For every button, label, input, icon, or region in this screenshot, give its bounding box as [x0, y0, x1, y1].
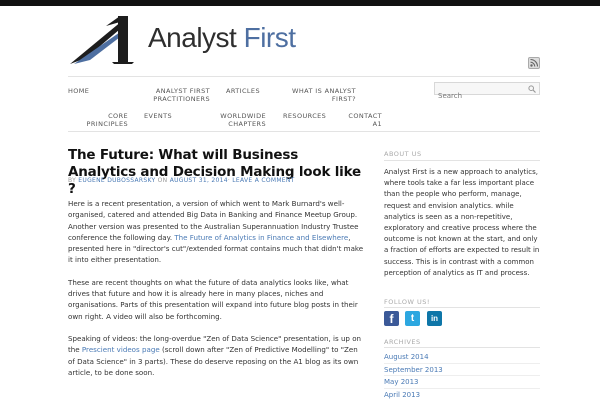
twitter-icon[interactable]: t — [405, 311, 420, 326]
nav-what-is-line1: WHAT IS ANALYST — [292, 87, 356, 95]
future-of-analytics-link[interactable]: The Future of Analytics in Finance and E… — [174, 233, 348, 242]
search-box — [434, 82, 540, 102]
search-icon[interactable] — [528, 85, 536, 93]
author-link[interactable]: EUGENE DUBOSSARSKY — [78, 177, 155, 184]
archives-list: August 2014 September 2013 May 2013 Apri… — [384, 351, 540, 400]
meta-separator: · — [227, 177, 231, 184]
archives-divider — [384, 347, 540, 348]
nav-core-principles[interactable]: CORE PRINCIPLES — [76, 112, 128, 128]
post-paragraph-2: These are recent thoughts on what the fu… — [68, 277, 358, 321]
nav-worldwide-line1: WORLDWIDE — [220, 112, 266, 120]
about-text: Analyst First is a new approach to analy… — [384, 168, 540, 277]
nav-contact[interactable]: CONTACT A1 — [340, 112, 382, 128]
nav-contact-line2: A1 — [372, 120, 382, 128]
post-paragraph-3: Speaking of videos: the long-overdue "Ze… — [68, 333, 364, 378]
search-input[interactable] — [435, 90, 525, 102]
rss-icon[interactable] — [528, 57, 540, 69]
about-divider — [384, 160, 540, 161]
leave-comment-link[interactable]: LEAVE A COMMENT — [232, 177, 294, 184]
site-logo[interactable]: Analyst First — [68, 14, 318, 66]
post-content: Here is a recent presentation, a version… — [68, 198, 364, 389]
facebook-icon[interactable]: f — [384, 311, 399, 326]
archives-heading: ARCHIVES — [384, 338, 421, 346]
top-bar — [0, 0, 600, 6]
post-paragraph-1: Here is a recent presentation, a version… — [68, 198, 364, 266]
logo-word-first: First — [243, 22, 296, 53]
nav-worldwide-chapters[interactable]: WORLDWIDE CHAPTERS — [216, 112, 266, 128]
date-link[interactable]: AUGUST 31, 2014 — [170, 177, 228, 184]
about-heading: ABOUT US — [384, 150, 422, 158]
nav-core-line2: PRINCIPLES — [86, 120, 128, 128]
archive-link[interactable]: May 2013 — [384, 376, 540, 389]
follow-heading: FOLLOW US! — [384, 298, 430, 306]
nav-worldwide-line2: CHAPTERS — [228, 120, 266, 128]
linkedin-icon[interactable]: in — [427, 311, 442, 326]
nav-practitioners[interactable]: ANALYST FIRST PRACTITIONERS — [146, 87, 210, 103]
prescient-videos-link[interactable]: Prescient videos page — [82, 345, 160, 354]
archive-link[interactable]: August 2014 — [384, 351, 540, 364]
follow-divider — [384, 307, 540, 308]
logo-word-analyst: Analyst — [148, 22, 237, 53]
nav-resources[interactable]: RESOURCES — [283, 112, 326, 120]
nav-articles[interactable]: ARTICLES — [226, 87, 260, 95]
nav-what-is[interactable]: WHAT IS ANALYST FIRST? — [288, 87, 356, 103]
post-meta: BY EUGENE DUBOSSARSKY ON AUGUST 31, 2014… — [68, 177, 295, 184]
archive-link[interactable]: April 2013 — [384, 389, 540, 400]
nav-home[interactable]: HOME — [68, 87, 89, 95]
nav-contact-line1: CONTACT — [348, 112, 382, 120]
post-title[interactable]: The Future: What will Business Analytics… — [68, 147, 368, 198]
logo-mark-icon — [70, 16, 134, 64]
nav-core-line1: CORE — [108, 112, 128, 120]
archive-link[interactable]: September 2013 — [384, 364, 540, 376]
nav-events[interactable]: EVENTS — [144, 112, 172, 120]
logo-text: Analyst First — [148, 22, 296, 54]
meta-on: ON — [157, 177, 168, 184]
nav-practitioners-line1: ANALYST FIRST — [155, 87, 210, 95]
nav-practitioners-line2: PRACTITIONERS — [153, 95, 210, 103]
nav-what-is-line2: FIRST? — [331, 95, 356, 103]
meta-by: BY — [68, 177, 77, 184]
